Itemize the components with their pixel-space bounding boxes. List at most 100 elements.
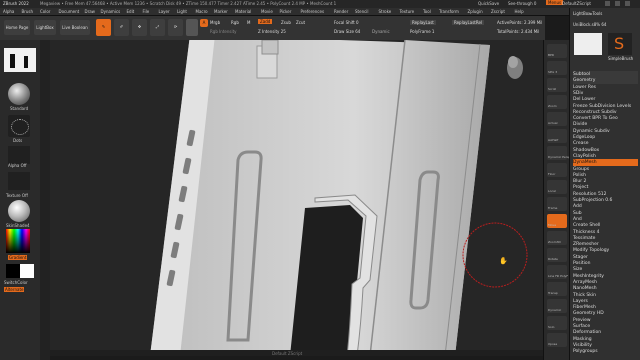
shelf-label: Dynamic xyxy=(548,308,562,312)
scale-mode-button[interactable]: ⤢ xyxy=(150,19,165,36)
zadd-toggle[interactable]: Zadd xyxy=(258,19,273,24)
menu-zplugin[interactable]: Zplugin xyxy=(468,9,483,14)
a-button[interactable]: A xyxy=(200,19,208,27)
menu-light[interactable]: Light xyxy=(177,9,187,14)
active-points-readout: ActivePoints: 2.399 Mil xyxy=(497,20,543,25)
maximize-icon[interactable] xyxy=(615,1,620,6)
menu-layer[interactable]: Layer xyxy=(159,9,170,14)
replay-last-rel-button[interactable]: ReplayLastRel xyxy=(452,20,485,25)
shelf-spix-3[interactable]: SPix 3 xyxy=(547,61,567,75)
rgb-toggle[interactable]: Rgb xyxy=(231,20,239,25)
shelf-label: Zoom xyxy=(548,104,557,108)
menu-help[interactable]: Help xyxy=(515,9,524,14)
zsub-toggle[interactable]: Zsub xyxy=(281,20,291,25)
brush-thumbnail[interactable] xyxy=(186,19,198,36)
left-tray-divider xyxy=(40,40,50,360)
menu-dynamics[interactable]: Dynamics xyxy=(101,9,121,14)
shelf-move[interactable]: Move xyxy=(547,214,567,228)
gradient-button[interactable]: Gradient xyxy=(8,255,28,260)
shelf-actual[interactable]: Actual xyxy=(547,112,567,126)
color-picker[interactable] xyxy=(6,229,30,253)
m-toggle[interactable]: M xyxy=(247,20,250,25)
dynamic-toggle[interactable]: Dynamic xyxy=(372,29,390,34)
alpha-preview[interactable] xyxy=(4,48,36,72)
menu-movie[interactable]: Movie xyxy=(261,9,273,14)
menu-render[interactable]: Render xyxy=(334,9,348,14)
menu-macro[interactable]: Macro xyxy=(196,9,208,14)
alternate-button[interactable]: Alternate xyxy=(4,287,25,292)
standard-brush-icon[interactable] xyxy=(8,83,30,105)
shelf-solo[interactable]: Solo xyxy=(547,316,567,330)
shelf-label: Frame xyxy=(548,206,558,210)
live-boolean-button[interactable]: Live Boolean xyxy=(60,20,90,35)
shelf-floor[interactable]: Floor xyxy=(547,163,567,177)
menu-file[interactable]: File xyxy=(143,9,150,14)
shelf-line-fill-polyf[interactable]: Line Fill PolyF xyxy=(547,265,568,279)
rotate-mode-button[interactable]: ⟳ xyxy=(168,19,183,36)
replay-last-button[interactable]: ReplayLast xyxy=(410,20,436,25)
shelf-bpr[interactable]: BPR xyxy=(547,44,567,58)
menu-zscript[interactable]: Zscript xyxy=(491,9,505,14)
default-zscript-button[interactable]: DefaultZScript xyxy=(562,1,591,6)
menu-stroke[interactable]: Stroke xyxy=(379,9,392,14)
menu-marker[interactable]: Marker xyxy=(214,9,228,14)
menu-stencil[interactable]: Stencil xyxy=(355,9,369,14)
shelf-zoom3d[interactable]: Zoom3D xyxy=(547,231,567,245)
top-toolbar: Home Page LightBox Live Boolean ✎ ✐ ✥ ⤢ … xyxy=(0,16,545,41)
mrgb-toggle[interactable]: Mrgb xyxy=(210,20,220,25)
shelf-xpose[interactable]: Xpose xyxy=(547,333,567,347)
material-sphere-icon[interactable] xyxy=(8,200,30,222)
draw-size-slider[interactable]: Draw Size 64 xyxy=(334,29,360,34)
shelf-scroll[interactable]: Scroll xyxy=(547,78,567,92)
close-icon[interactable] xyxy=(625,1,630,6)
menu-preferences[interactable]: Preferences xyxy=(301,9,325,14)
palette-item-polygroups[interactable]: Polygroups xyxy=(573,348,638,355)
rgb-intensity-slider[interactable]: Rgb Intensity xyxy=(210,29,237,34)
switch-color-button[interactable]: SwitchColor xyxy=(4,280,28,285)
quicksave-button[interactable]: QuickSave xyxy=(478,1,499,6)
edit-mode-button[interactable]: ✎ xyxy=(96,19,111,36)
brush-thumbnail-right[interactable]: S xyxy=(608,33,632,55)
tool-thumbnail[interactable] xyxy=(574,33,602,55)
menu-picker[interactable]: Picker xyxy=(280,9,292,14)
menu-texture[interactable]: Texture xyxy=(400,9,415,14)
scale-icon: ⤢ xyxy=(155,24,160,29)
texture-icon[interactable] xyxy=(8,172,30,190)
lightbox-tools-header[interactable]: LightBox▸Tools xyxy=(573,11,602,16)
shelf-rotate[interactable]: Rotate xyxy=(547,248,567,262)
shelf-dynamic-persp[interactable]: Dynamic Persp xyxy=(547,146,571,160)
shelf-local[interactable]: Local xyxy=(547,180,567,194)
zcut-toggle[interactable]: Zcut xyxy=(296,20,305,25)
secondary-color-swatch[interactable] xyxy=(20,264,34,278)
shelf-dynamic[interactable]: Dynamic xyxy=(547,299,567,313)
menu-alpha[interactable]: Alpha xyxy=(3,9,14,14)
alpha-icon[interactable] xyxy=(8,146,30,164)
draw-mode-button[interactable]: ✐ xyxy=(114,19,129,36)
focal-shift-slider[interactable]: Focal Shift 0 xyxy=(334,20,359,25)
shelf-label: Dynamic Persp xyxy=(548,155,571,159)
shelf-frame[interactable]: Frame xyxy=(547,197,567,211)
main-color-swatch[interactable] xyxy=(6,264,20,278)
move-mode-button[interactable]: ✥ xyxy=(132,19,147,36)
menu-brush[interactable]: Brush xyxy=(22,9,34,14)
menus-button[interactable]: Menus xyxy=(546,0,564,5)
total-points-readout: TotalPoints: 2.434 Mil xyxy=(497,29,540,34)
shelf-zoom[interactable]: Zoom xyxy=(547,95,567,109)
menu-material[interactable]: Material xyxy=(235,9,251,14)
viewport-canvas[interactable]: ✋ Default ZScript xyxy=(50,40,543,356)
menu-document[interactable]: Document xyxy=(59,9,80,14)
menu-color[interactable]: Color xyxy=(40,9,50,14)
menu-transform[interactable]: Transform xyxy=(439,9,459,14)
shelf-label: Scroll xyxy=(548,87,557,91)
z-intensity-slider[interactable]: Z Intensity 25 xyxy=(258,29,286,34)
shelf-aahalf[interactable]: AAHalf xyxy=(547,129,567,143)
menu-tool[interactable]: Tool xyxy=(423,9,431,14)
shelf-transp[interactable]: Transp xyxy=(547,282,567,296)
menu-edit[interactable]: Edit xyxy=(127,9,135,14)
menu-draw[interactable]: Draw xyxy=(85,9,95,14)
lightbox-button[interactable]: LightBox xyxy=(34,20,56,35)
stroke-icon[interactable] xyxy=(8,115,30,137)
see-through-slider[interactable]: See-through 0 xyxy=(508,1,536,6)
minimize-icon[interactable] xyxy=(605,1,610,6)
home-page-button[interactable]: Home Page xyxy=(4,20,30,35)
